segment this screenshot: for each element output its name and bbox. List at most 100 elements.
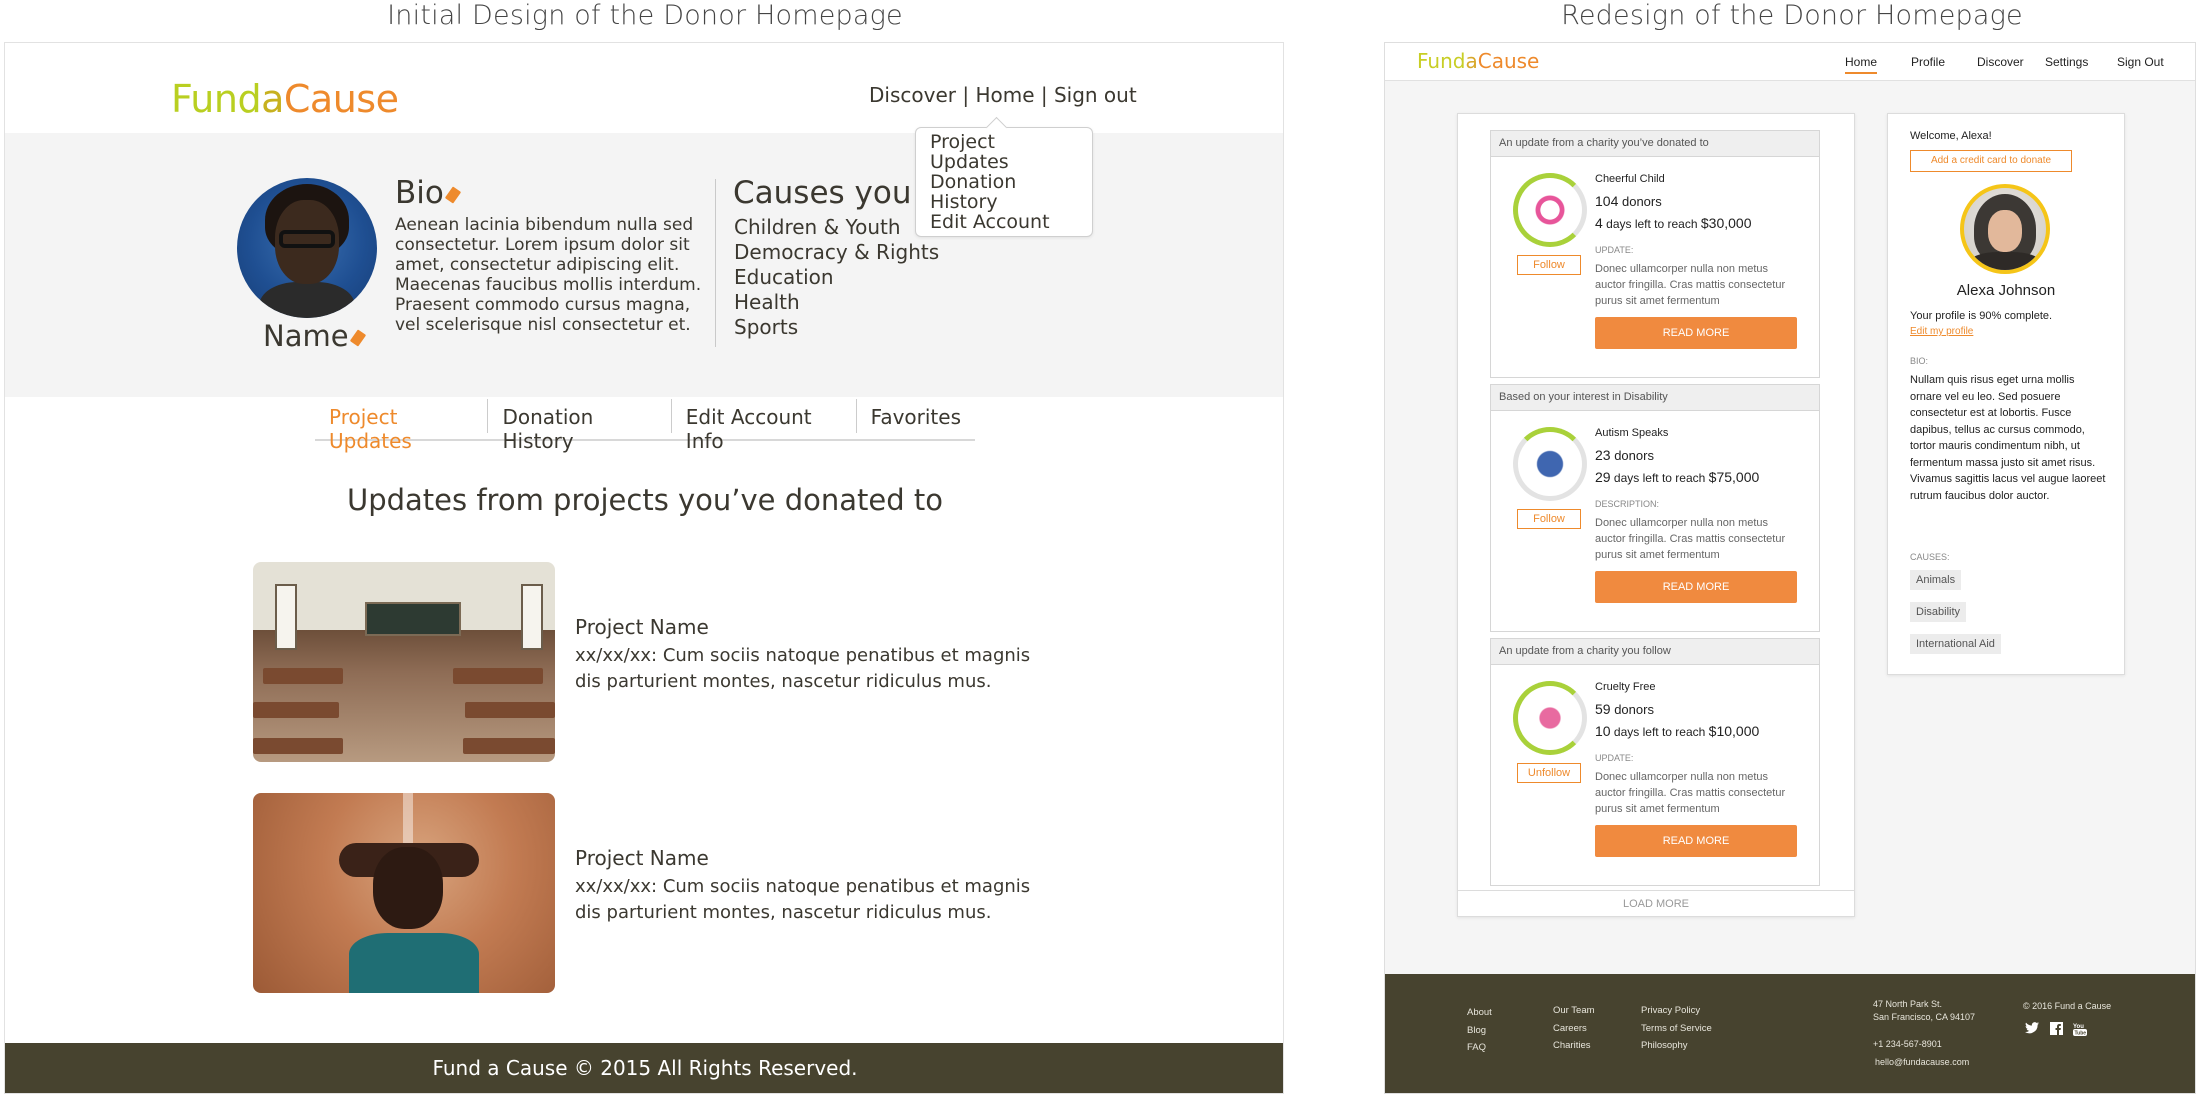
footer-link-philosophy[interactable]: Philosophy — [1641, 1037, 1712, 1055]
social-icons: You Tube — [2025, 1022, 2087, 1037]
dropdown-item-history[interactable]: History — [930, 192, 1078, 212]
causes-label: CAUSES: — [1910, 552, 1950, 562]
donor-count: 23 donors — [1595, 447, 1654, 463]
nav-signout[interactable]: Sign Out — [2117, 55, 2164, 69]
logo-text-cause: Cause — [283, 77, 399, 121]
charity-logo[interactable] — [1513, 681, 1587, 755]
project-image-water[interactable] — [253, 793, 555, 993]
charity-logo[interactable] — [1513, 427, 1587, 501]
cause-tag[interactable]: Disability — [1910, 602, 1967, 622]
logo[interactable]: FundaCause — [171, 77, 399, 121]
section-label: UPDATE: — [1595, 753, 1634, 763]
footer-link-terms[interactable]: Terms of Service — [1641, 1020, 1712, 1038]
facebook-icon[interactable] — [2049, 1022, 2063, 1036]
edit-profile-link[interactable]: Edit my profile — [1910, 326, 1973, 337]
footer-link-about[interactable]: About — [1467, 1004, 1492, 1022]
bio-text: Aenean lacinia bibendum nulla sed consec… — [395, 215, 702, 335]
footer-copyright: © 2016 Fund a Cause — [2023, 1001, 2112, 1011]
nav-profile[interactable]: Profile — [1911, 55, 1945, 69]
youtube-icon[interactable]: You Tube — [2073, 1022, 2087, 1037]
unfollow-button[interactable]: Unfollow — [1517, 763, 1581, 783]
update-feed: An update from a charity you’ve donated … — [1457, 113, 1855, 917]
charity-card: Based on your interest in Disability Fol… — [1490, 384, 1820, 632]
footer-link-faq[interactable]: FAQ — [1467, 1039, 1492, 1057]
goal-amount: $10,000 — [1708, 723, 1760, 739]
footer-email[interactable]: hello@fundacause.com — [1875, 1054, 1969, 1072]
load-more-button[interactable]: LOAD MORE — [1458, 890, 1854, 916]
address-line: San Francisco, CA 94107 — [1873, 1012, 1976, 1022]
cause-item: Sports — [734, 315, 799, 339]
profile-name: Name — [263, 319, 366, 353]
read-more-button[interactable]: READ MORE — [1595, 317, 1797, 349]
bio-heading-text: Bio — [395, 175, 444, 211]
project-name[interactable]: Project Name — [575, 615, 709, 639]
days-left-number: 29 — [1595, 469, 1611, 485]
donor-count-number: 59 — [1595, 701, 1611, 717]
follow-button[interactable]: Follow — [1517, 255, 1581, 275]
profile-name: Alexa Johnson — [1956, 282, 2056, 299]
edit-pencil-icon[interactable] — [349, 329, 366, 347]
bio-heading: Bio — [395, 175, 461, 211]
cause-item: Democracy & Rights — [734, 240, 940, 264]
cause-tag[interactable]: Animals — [1910, 570, 1962, 590]
donor-count-label: donors — [1614, 702, 1654, 717]
footer-link-privacy-policy[interactable]: Privacy Policy — [1641, 1002, 1712, 1020]
nav-home[interactable]: Home — [975, 83, 1034, 107]
tab-edit-account-info[interactable]: Edit Account Info — [672, 399, 857, 453]
donor-count-number: 104 — [1595, 193, 1619, 209]
read-more-button[interactable]: READ MORE — [1595, 825, 1797, 857]
cause-item: Education — [734, 265, 834, 289]
footer-link-blog[interactable]: Blog — [1467, 1022, 1492, 1040]
home-dropdown-menu: Project Updates Donation History Edit Ac… — [915, 127, 1093, 237]
nav-settings[interactable]: Settings — [2045, 55, 2088, 69]
section-title: Updates from projects you’ve donated to — [346, 483, 943, 517]
profile-sidebar: Welcome, Alexa! Add a credit card to don… — [1887, 113, 2125, 675]
charity-name[interactable]: Autism Speaks — [1595, 427, 1668, 439]
avatar — [237, 178, 377, 318]
donor-count: 104 donors — [1595, 193, 1662, 209]
footer-address: 47 North Park St. San Francisco, CA 9410… — [1873, 998, 1975, 1024]
days-left-number: 10 — [1595, 723, 1611, 739]
dropdown-item-edit-account[interactable]: Edit Account — [930, 212, 1078, 232]
edit-pencil-icon[interactable] — [444, 185, 461, 204]
causes-list: Children & Youth Democracy & Rights Educ… — [734, 215, 939, 340]
add-credit-card-button[interactable]: Add a credit card to donate — [1910, 150, 2072, 172]
footer-link-charities[interactable]: Charities — [1553, 1037, 1595, 1055]
logo[interactable]: FundaCause — [1417, 49, 1539, 73]
cause-tag[interactable]: International Aid — [1910, 634, 2001, 654]
bio-text: Nullam quis risus eget urna mollis ornar… — [1910, 374, 2106, 502]
nav-home[interactable]: Home — [1845, 55, 1878, 74]
section-label: DESCRIPTION: — [1595, 499, 1660, 509]
donor-count: 59 donors — [1595, 701, 1654, 717]
goal-amount: $75,000 — [1708, 469, 1760, 485]
twitter-icon[interactable] — [2025, 1022, 2039, 1036]
dropdown-item-project-updates[interactable]: Project Updates — [930, 132, 1078, 172]
caption-initial-design: Initial Design of the Donor Homepage — [387, 0, 903, 31]
goal-amount: $30,000 — [1700, 215, 1752, 231]
charity-card: An update from a charity you’ve donated … — [1490, 130, 1820, 378]
footer: Fund a Cause © 2015 All Rights Reserved. — [5, 1043, 1283, 1093]
card-header: An update from a charity you’ve donated … — [1491, 131, 1819, 157]
nav-discover[interactable]: Discover — [869, 83, 956, 107]
profile-completion: Your profile is 90% complete. — [1910, 310, 2053, 322]
tab-favorites[interactable]: Favorites — [857, 399, 975, 433]
footer: About Blog FAQ Our Team Careers Charitie… — [1385, 974, 2195, 1093]
footer-link-our-team[interactable]: Our Team — [1553, 1002, 1595, 1020]
charity-name[interactable]: Cruelty Free — [1595, 681, 1656, 693]
project-name[interactable]: Project Name — [575, 846, 709, 870]
update-text: Donec ullamcorper nulla non metus auctor… — [1595, 771, 1786, 815]
footer-link-careers[interactable]: Careers — [1553, 1020, 1595, 1038]
cause-item: Children & Youth — [734, 215, 901, 239]
charity-logo[interactable] — [1513, 173, 1587, 247]
tab-donation-history[interactable]: Donation History — [488, 399, 672, 453]
logo-text-a: a — [261, 77, 284, 121]
nav-discover[interactable]: Discover — [1977, 55, 2024, 69]
cause-item: Health — [734, 290, 800, 314]
dropdown-item-donation[interactable]: Donation — [930, 172, 1078, 192]
nav-signout[interactable]: Sign out — [1054, 83, 1137, 107]
follow-button[interactable]: Follow — [1517, 509, 1581, 529]
read-more-button[interactable]: READ MORE — [1595, 571, 1797, 603]
charity-name[interactable]: Cheerful Child — [1595, 173, 1665, 185]
tab-project-updates[interactable]: Project Updates — [315, 399, 489, 453]
project-image-classroom[interactable] — [253, 562, 555, 762]
